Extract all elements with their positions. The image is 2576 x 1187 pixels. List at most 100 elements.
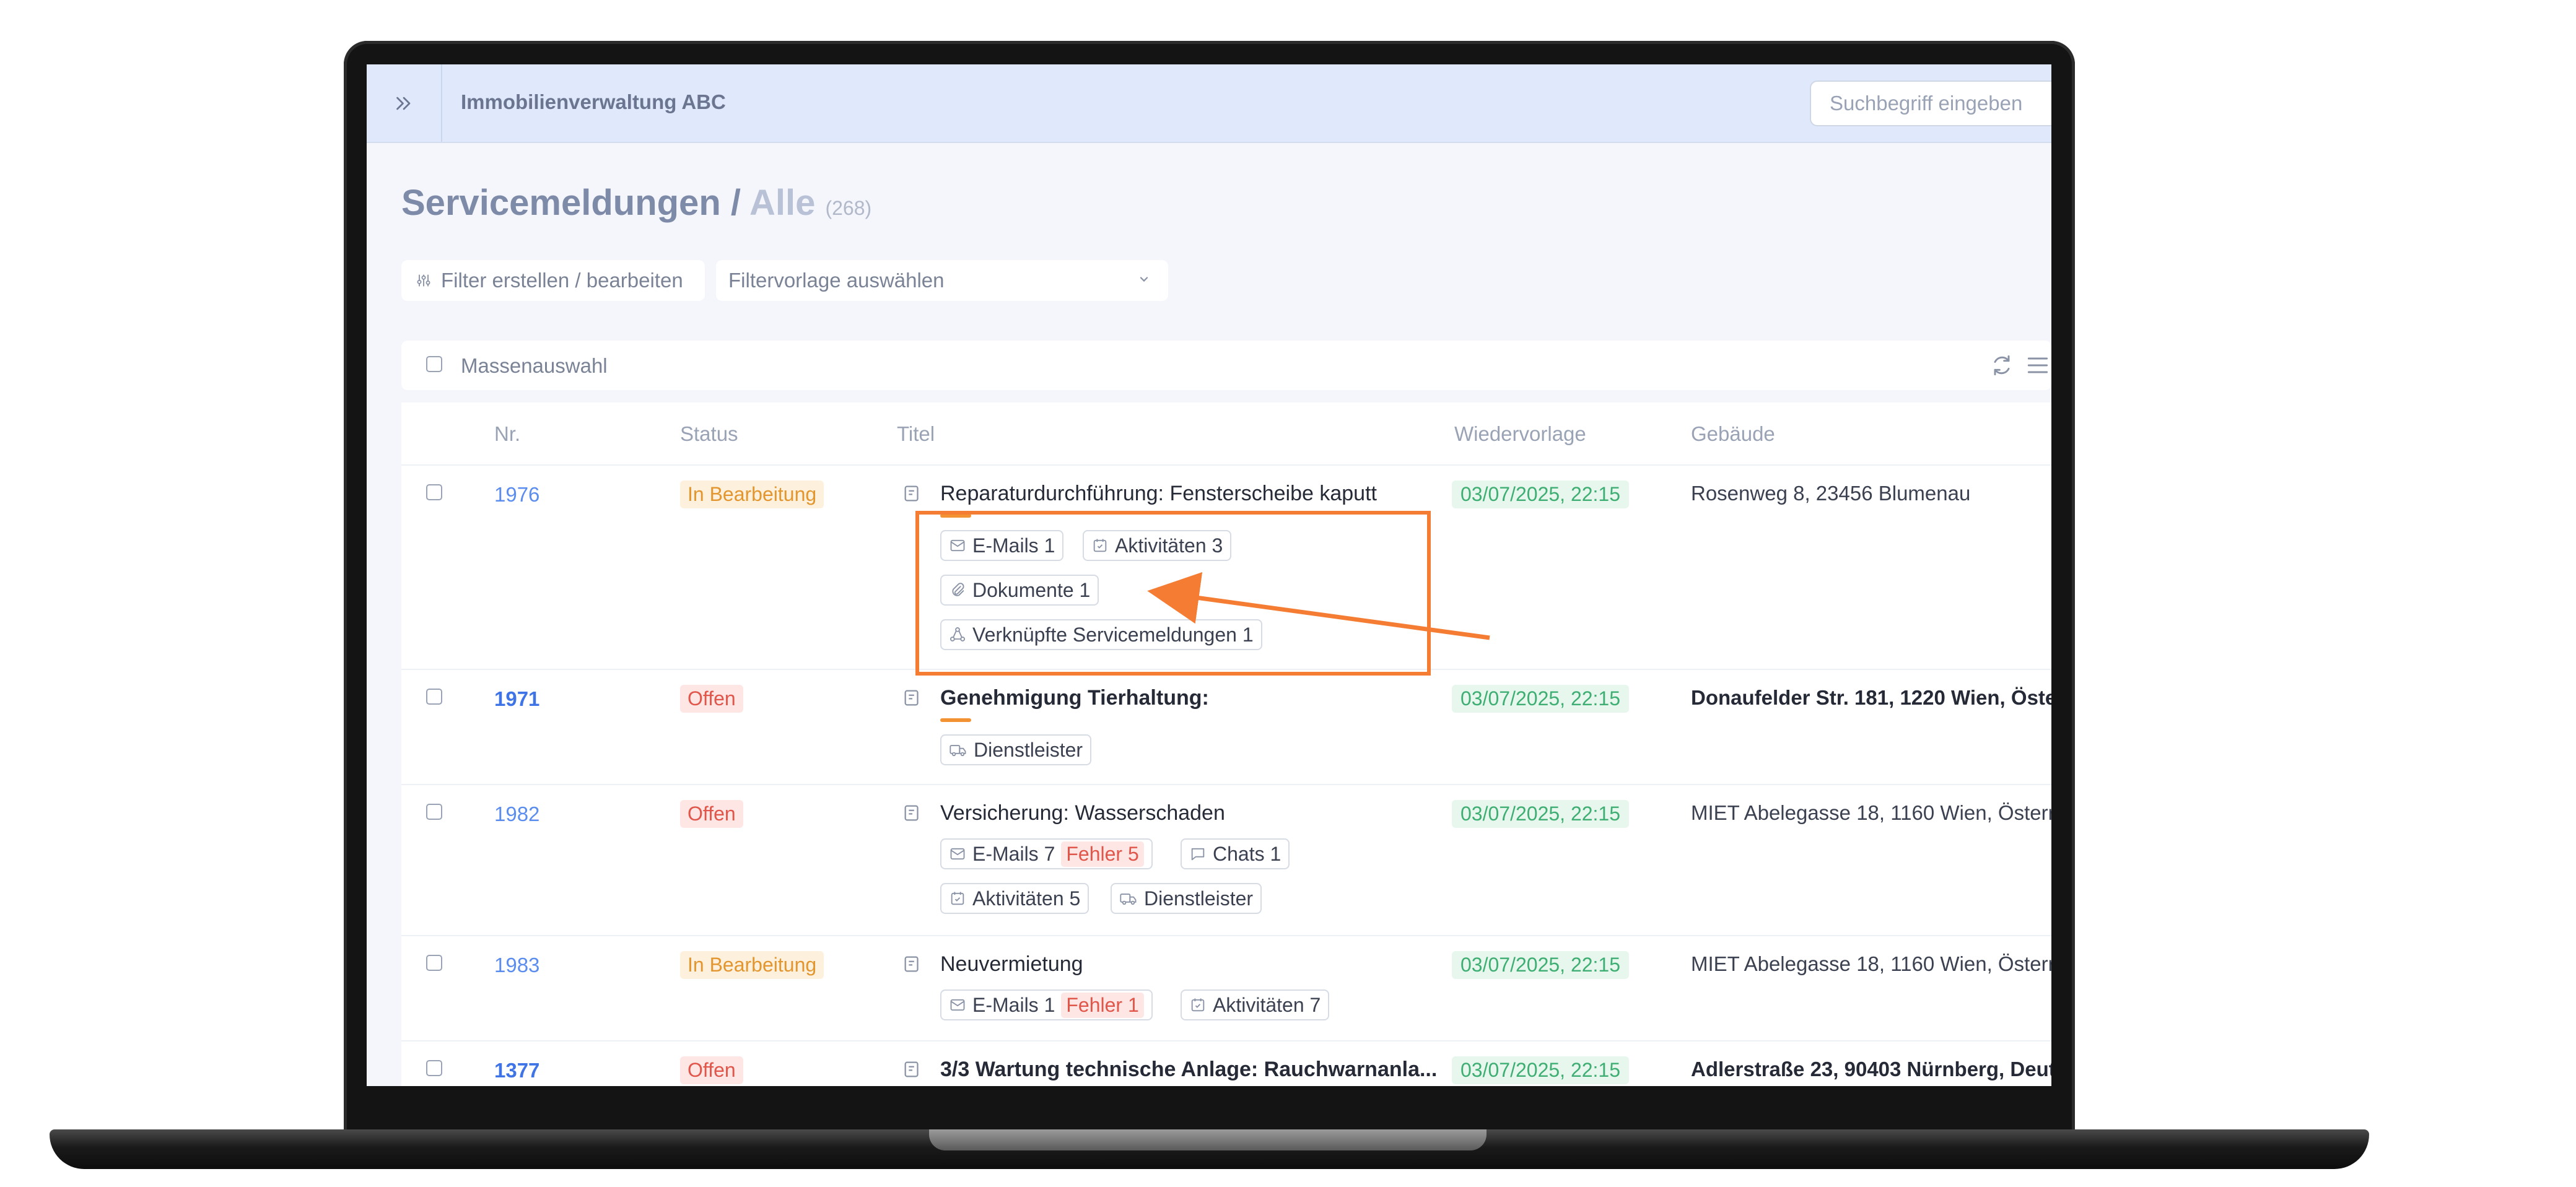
expand-sidebar-button[interactable] — [367, 64, 442, 142]
ticket-icon — [904, 956, 919, 972]
ticket-number[interactable]: 1983 — [494, 954, 539, 977]
ticket-title[interactable]: Genehmigung Tierhaltung: — [940, 686, 1209, 710]
linked-nodes-icon — [950, 627, 966, 641]
laptop-screen: Immobilienverwaltung ABC Servicemeldunge… — [367, 64, 2051, 1086]
activities-chip[interactable]: Aktivitäten 3 — [1083, 530, 1232, 561]
calendar-check-icon — [1191, 998, 1205, 1012]
building-address: Rosenweg 8, 23456 Blumenau — [1691, 482, 1971, 505]
chevron-down-icon — [1140, 277, 1148, 282]
table-row[interactable]: 1983 In Bearbeitung Neuvermietung 03/07/… — [401, 935, 2051, 1041]
linked-requests-chip[interactable]: Verknüpfte Servicemeldungen 1 — [940, 619, 1262, 650]
emails-chip-label: E-Mails 1 — [972, 993, 1055, 1016]
service-requests-table: Nr. Status Titel Wiedervorlage Gebäude 1… — [401, 402, 2051, 1086]
filter-template-select[interactable]: Filtervorlage auswählen — [716, 260, 1168, 301]
row-checkbox[interactable] — [426, 1060, 442, 1076]
mass-selection-bar: Massenauswahl — [401, 341, 2051, 390]
laptop-hinge-notch — [929, 1129, 1487, 1150]
emails-chip-label: E-Mails 7 — [972, 842, 1055, 865]
activities-chip[interactable]: Aktivitäten 5 — [940, 883, 1089, 914]
table-row[interactable]: 1971 Offen Genehmigung Tierhaltung: 03/0… — [401, 669, 2051, 785]
status-badge: In Bearbeitung — [680, 480, 824, 508]
column-header-nr[interactable]: Nr. — [494, 422, 520, 446]
table-row[interactable]: 1976 In Bearbeitung Reparaturdurchführun… — [401, 464, 2051, 670]
ticket-number[interactable]: 1982 — [494, 802, 539, 826]
priority-indicator — [940, 514, 971, 518]
followup-date: 03/07/2025, 22:15 — [1452, 800, 1630, 828]
ticket-title[interactable]: Reparaturdurchführung: Fensterscheibe ka… — [940, 482, 1377, 506]
provider-chip[interactable]: Dienstleister — [940, 734, 1092, 765]
column-menu-icon[interactable] — [2024, 352, 2051, 379]
search-input[interactable] — [1811, 82, 2051, 125]
ticket-number[interactable]: 1976 — [494, 483, 539, 507]
sliders-icon — [417, 274, 430, 287]
followup-date: 03/07/2025, 22:15 — [1452, 951, 1630, 979]
filter-edit-button[interactable]: Filter erstellen / bearbeiten — [401, 260, 705, 301]
mass-select-label: Massenauswahl — [461, 354, 608, 377]
activities-chip[interactable]: Aktivitäten 7 — [1181, 989, 1330, 1020]
chats-chip-label: Chats 1 — [1213, 842, 1281, 865]
row-checkbox[interactable] — [426, 955, 442, 971]
mail-icon — [950, 999, 965, 1011]
provider-chip-label: Dienstleister — [974, 738, 1083, 761]
chats-chip[interactable]: Chats 1 — [1181, 838, 1290, 869]
row-checkbox[interactable] — [426, 804, 442, 820]
followup-date: 03/07/2025, 22:15 — [1452, 685, 1630, 713]
activities-chip-label: Aktivitäten 3 — [1115, 534, 1223, 557]
followup-date: 03/07/2025, 22:15 — [1452, 1056, 1630, 1084]
status-badge: In Bearbeitung — [680, 951, 824, 979]
table-header: Nr. Status Titel Wiedervorlage Gebäude — [401, 402, 2051, 466]
column-header-title[interactable]: Titel — [897, 422, 935, 446]
search-field[interactable] — [1810, 80, 2051, 126]
ticket-title[interactable]: 3/3 Wartung technische Anlage: Rauchwarn… — [940, 1058, 1437, 1082]
status-badge: Offen — [680, 685, 743, 713]
documents-chip[interactable]: Dokumente 1 — [940, 575, 1099, 606]
table-row[interactable]: 1982 Offen Versicherung: Wasserschaden 0… — [401, 784, 2051, 936]
column-header-status[interactable]: Status — [680, 422, 738, 446]
provider-chip-label: Dienstleister — [1144, 887, 1254, 910]
status-badge: Offen — [680, 1056, 743, 1084]
activities-chip-label: Aktivitäten 5 — [972, 887, 1081, 910]
emails-error-badge: Fehler 1 — [1061, 992, 1144, 1018]
mass-select-checkbox[interactable] — [426, 356, 442, 372]
view-name: Alle — [749, 183, 816, 223]
column-header-followup[interactable]: Wiedervorlage — [1454, 422, 1586, 446]
row-checkbox[interactable] — [426, 689, 442, 705]
double-chevron-right-icon — [396, 97, 411, 110]
priority-indicator — [940, 718, 971, 722]
result-count: (268) — [825, 197, 872, 219]
mail-icon — [950, 848, 965, 860]
calendar-check-icon — [1093, 539, 1107, 552]
ticket-icon — [904, 485, 919, 502]
table-row[interactable]: 1377 Offen 3/3 Wartung technische Anlage… — [401, 1040, 2051, 1086]
truck-icon — [950, 745, 966, 757]
emails-error-badge: Fehler 5 — [1061, 841, 1144, 867]
ticket-icon — [904, 690, 919, 706]
column-header-building[interactable]: Gebäude — [1691, 422, 1775, 446]
ticket-title[interactable]: Neuvermietung — [940, 952, 1083, 976]
page-title-main: Servicemeldungen — [401, 183, 721, 223]
row-checkbox[interactable] — [426, 484, 442, 500]
ticket-number[interactable]: 1971 — [494, 687, 539, 711]
page-title: Servicemeldungen / Alle (268) — [401, 182, 871, 224]
building-address: MIET Abelegasse 18, 1160 Wien, Österreic… — [1691, 801, 2051, 824]
calendar-check-icon — [951, 892, 964, 905]
ticket-title[interactable]: Versicherung: Wasserschaden — [940, 801, 1225, 825]
emails-chip-label: E-Mails 1 — [972, 534, 1055, 557]
paperclip-icon — [952, 583, 964, 596]
ticket-icon — [904, 1061, 919, 1077]
filter-edit-label: Filter erstellen / bearbeiten — [441, 269, 683, 292]
mail-icon — [950, 539, 965, 552]
ticket-icon — [904, 805, 919, 821]
provider-chip[interactable]: Dienstleister — [1111, 883, 1262, 914]
truck-icon — [1120, 894, 1137, 905]
documents-chip-label: Dokumente 1 — [972, 578, 1091, 601]
refresh-icon[interactable] — [1988, 352, 2015, 379]
linked-requests-chip-label: Verknüpfte Servicemeldungen 1 — [972, 623, 1254, 646]
emails-chip[interactable]: E-Mails 1 Fehler 1 — [940, 989, 1153, 1020]
ticket-number[interactable]: 1377 — [494, 1059, 539, 1082]
emails-chip[interactable]: E-Mails 1 — [940, 530, 1064, 561]
filter-template-placeholder: Filtervorlage auswählen — [728, 269, 945, 292]
organization-name: Immobilienverwaltung ABC — [461, 90, 726, 113]
emails-chip[interactable]: E-Mails 7 Fehler 5 — [940, 838, 1153, 869]
breadcrumb-separator: / — [730, 183, 741, 223]
